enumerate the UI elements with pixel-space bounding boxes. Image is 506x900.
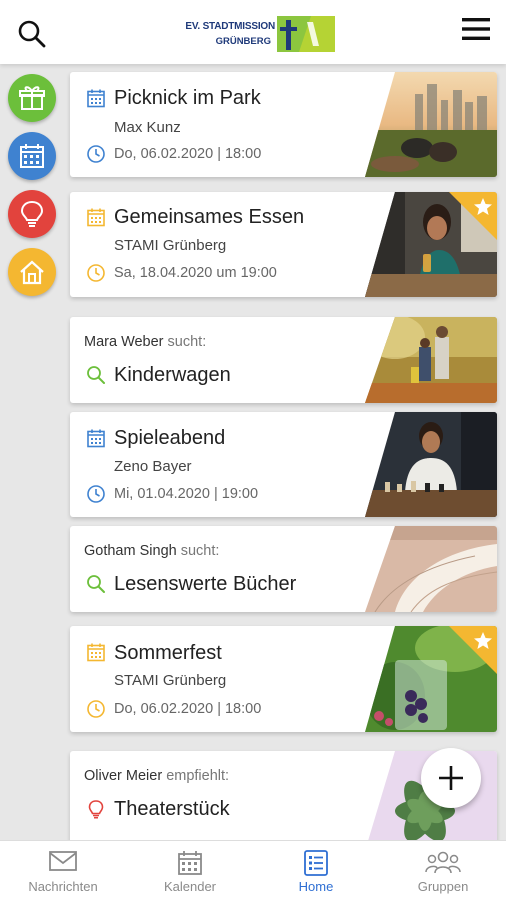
search-icon [87, 575, 105, 593]
request-title: Kinderwagen [114, 364, 231, 386]
event-organizer: STAMI Grünberg [114, 237, 227, 254]
tab-label: Kalender [163, 879, 217, 894]
tab-label: Home [298, 879, 334, 894]
category-home-button[interactable] [8, 248, 56, 296]
clock-icon [87, 264, 105, 282]
tab-nachrichten[interactable]: Nachrichten [0, 841, 126, 900]
event-title: Gemeinsames Essen [114, 206, 305, 228]
list-icon [304, 850, 328, 876]
category-calendar-button[interactable] [8, 132, 56, 180]
search-icon[interactable] [16, 18, 48, 50]
event-date: Sa, 18.04.2020 um 19:00 [114, 265, 277, 281]
logo-line-2: GRÜNBERG [215, 36, 271, 47]
tab-label: Nachrichten [28, 879, 98, 894]
event-image [365, 412, 497, 517]
lightbulb-icon [88, 800, 104, 819]
category-gift-button[interactable] [8, 74, 56, 122]
request-verb: sucht: [180, 543, 220, 559]
event-organizer: Zeno Bayer [114, 458, 192, 475]
event-date: Mi, 01.04.2020 | 19:00 [114, 486, 259, 502]
calendar-icon [87, 429, 105, 448]
request-header: Gotham Singh sucht: [84, 543, 219, 559]
event-title: Sommerfest [114, 642, 222, 664]
tab-kalender[interactable]: Kalender [127, 841, 253, 900]
top-bar: EV. STADTMISSION GRÜNBERG [0, 0, 506, 64]
request-author: Oliver Meier [84, 768, 163, 784]
search-request-card[interactable]: Mara Weber sucht: Kinderwagen [70, 317, 497, 403]
featured-star-icon [449, 192, 497, 240]
mail-icon [49, 851, 77, 871]
request-image [365, 317, 497, 403]
featured-star-icon [449, 626, 497, 674]
group-icon [425, 851, 461, 874]
logo-line-1: EV. STADTMISSION [185, 21, 275, 32]
event-card[interactable]: Picknick im Park Max Kunz Do, 06.02.2020… [70, 72, 497, 177]
category-sidebar [0, 64, 64, 840]
event-title: Spieleabend [114, 427, 226, 449]
event-date: Do, 06.02.2020 | 18:00 [114, 701, 262, 717]
request-title: Lesenswerte Bücher [114, 573, 297, 595]
plus-icon [439, 766, 463, 790]
event-organizer: STAMI Grünberg [114, 672, 227, 689]
calendar-icon [20, 144, 44, 168]
search-icon [87, 366, 105, 384]
request-header: Oliver Meier empfiehlt: [84, 768, 229, 784]
calendar-icon [87, 89, 105, 108]
category-ideas-button[interactable] [8, 190, 56, 238]
event-image [365, 72, 497, 177]
calendar-icon [87, 208, 105, 227]
bottom-navigation: Nachrichten Kalender Home Gruppen [0, 840, 506, 900]
add-post-button[interactable] [421, 748, 481, 808]
request-verb: sucht: [167, 334, 207, 350]
request-author: Mara Weber [84, 334, 164, 350]
logo-mark-icon [277, 16, 335, 52]
event-card[interactable]: Gemeinsames Essen STAMI Grünberg Sa, 18.… [70, 192, 497, 297]
clock-icon [87, 145, 105, 163]
hamburger-menu-icon[interactable] [460, 15, 492, 43]
request-verb: empfiehlt: [166, 768, 230, 784]
event-organizer: Max Kunz [114, 119, 181, 136]
tab-home[interactable]: Home [253, 841, 379, 900]
gift-icon [19, 86, 45, 110]
tab-label: Gruppen [417, 879, 469, 894]
calendar-icon [87, 643, 105, 662]
clock-icon [87, 485, 105, 503]
event-title: Picknick im Park [114, 87, 261, 109]
request-header: Mara Weber sucht: [84, 334, 206, 350]
search-request-card[interactable]: Gotham Singh sucht: Lesenswerte Bücher [70, 526, 497, 612]
app-logo: EV. STADTMISSION GRÜNBERG [175, 14, 337, 54]
lightbulb-icon [20, 200, 44, 227]
home-icon [20, 260, 44, 285]
event-card[interactable]: Sommerfest STAMI Grünberg Do, 06.02.2020… [70, 626, 497, 732]
clock-icon [87, 700, 105, 718]
request-title: Theaterstück [114, 798, 230, 820]
event-card[interactable]: Spieleabend Zeno Bayer Mi, 01.04.2020 | … [70, 412, 497, 517]
request-author: Gotham Singh [84, 543, 177, 559]
calendar-icon [178, 851, 202, 875]
event-date: Do, 06.02.2020 | 18:00 [114, 146, 262, 162]
tab-gruppen[interactable]: Gruppen [380, 841, 506, 900]
request-image [365, 526, 497, 612]
